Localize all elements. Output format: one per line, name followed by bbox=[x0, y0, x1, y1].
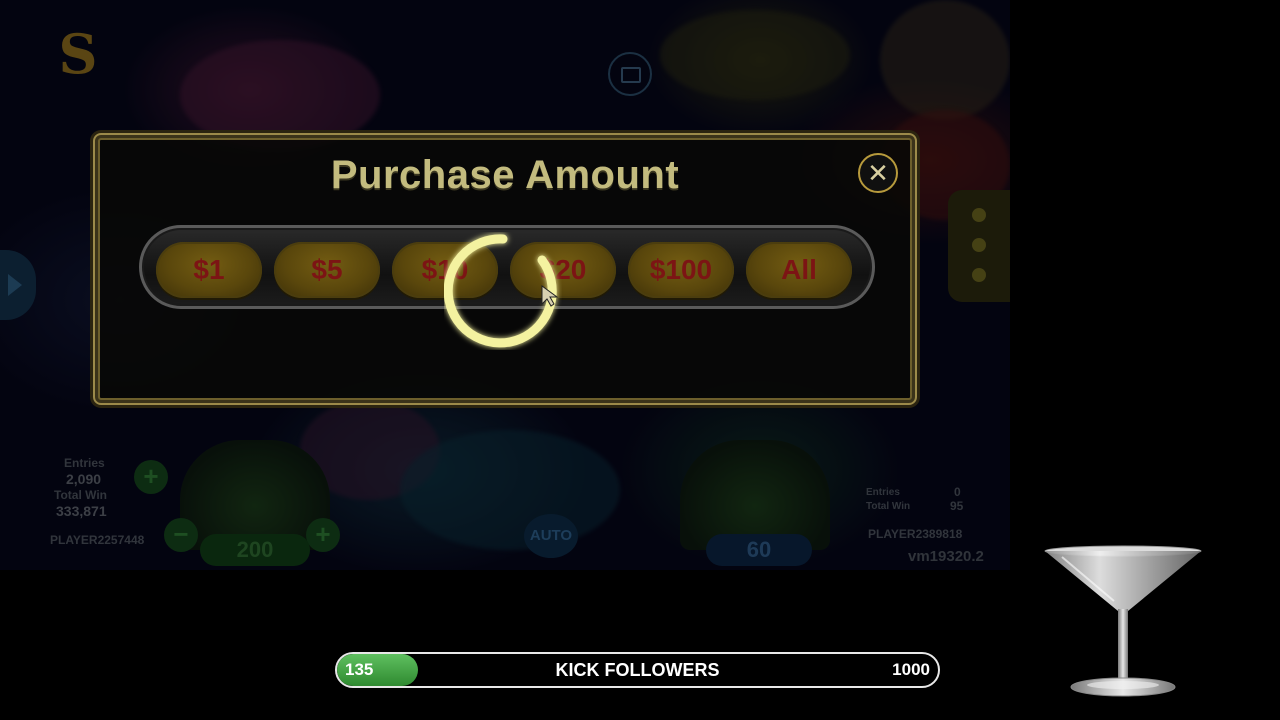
close-icon: ✕ bbox=[867, 158, 889, 188]
followers-goal: 1000 bbox=[892, 660, 930, 679]
followers-label: KICK FOLLOWERS bbox=[555, 660, 720, 680]
amount-button-5[interactable]: $5 bbox=[274, 242, 380, 298]
game-viewport: S Entries 2,090 Total Win 333,871 PLAYER… bbox=[0, 0, 1010, 570]
martini-glass-icon bbox=[1044, 545, 1202, 697]
amount-button-1[interactable]: $1 bbox=[156, 242, 262, 298]
amount-button-100[interactable]: $100 bbox=[628, 242, 734, 298]
amount-button-all[interactable]: All bbox=[746, 242, 852, 298]
kick-followers-bar: 135 KICK FOLLOWERS 1000 bbox=[335, 652, 940, 688]
modal-title: Purchase Amount bbox=[330, 153, 680, 197]
close-button[interactable]: ✕ bbox=[858, 153, 898, 193]
cursor-icon bbox=[541, 285, 559, 307]
